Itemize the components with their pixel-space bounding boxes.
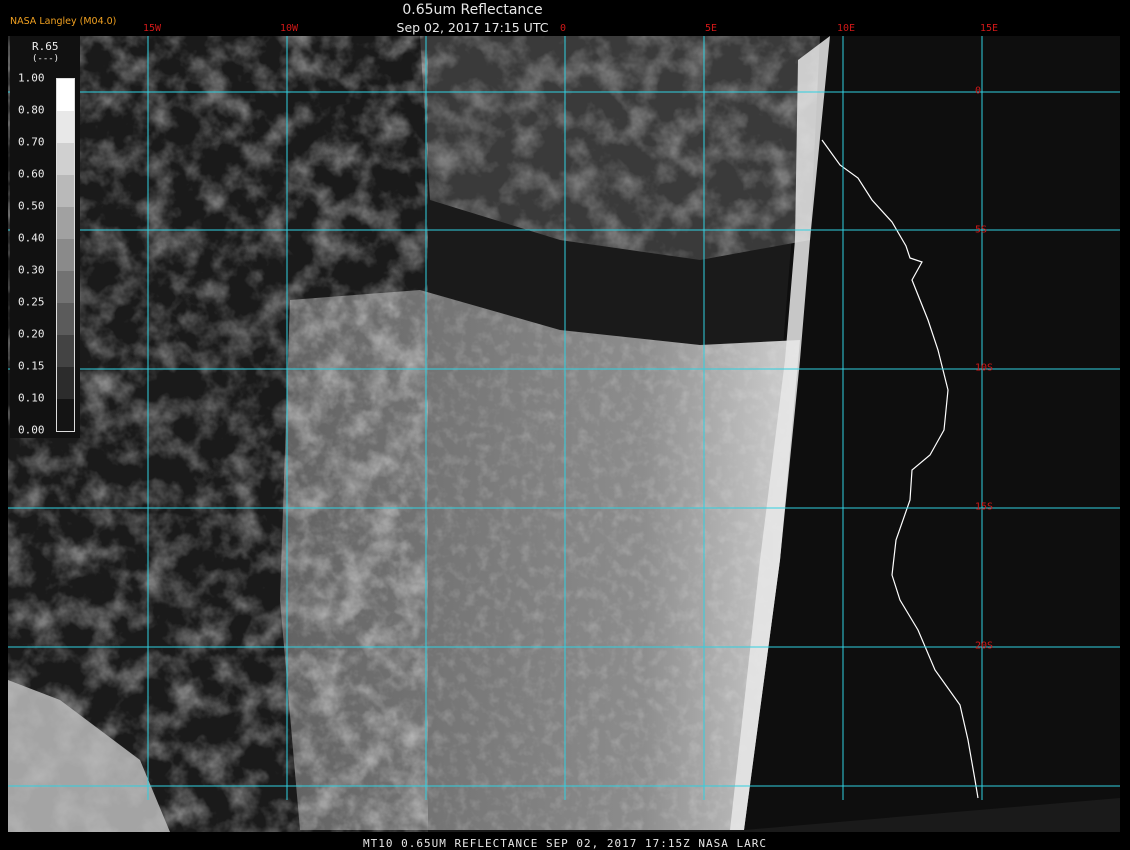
legend-tick-label: 0.20 xyxy=(18,327,45,341)
longitude-label: 10W xyxy=(279,23,299,34)
colorbar-swatch xyxy=(57,335,74,367)
colorbar-swatch xyxy=(57,79,74,111)
longitude-label: 10E xyxy=(836,23,856,34)
legend-tick-label: 0.00 xyxy=(18,423,45,437)
legend-tick-label: 1.00 xyxy=(18,71,45,85)
longitude-label: 15W xyxy=(142,23,162,34)
legend-tick-label: 0.30 xyxy=(18,263,45,277)
legend-tick-label: 0.60 xyxy=(18,167,45,181)
map-datetime: Sep 02, 2017 17:15 UTC xyxy=(396,20,549,35)
longitude-label: 15E xyxy=(979,23,999,34)
latitude-label: 10S xyxy=(975,362,994,374)
legend-tick-label: 0.70 xyxy=(18,135,45,149)
legend-tick-label: 0.15 xyxy=(18,359,45,373)
colorbar-swatch xyxy=(57,239,74,271)
colorbar-legend: R.65 (---) 1.00 0.80 0.70 0.60 0.50 0.40 0.30 0… xyxy=(10,36,80,438)
colorbar xyxy=(56,78,75,432)
longitude-label: 5E xyxy=(704,23,718,34)
map-title: 0.65um Reflectance xyxy=(402,2,543,18)
colorbar-swatch xyxy=(57,207,74,239)
footer-caption: MT10 0.65UM REFLECTANCE SEP 02, 2017 17:… xyxy=(363,837,767,850)
colorbar-swatch xyxy=(57,271,74,303)
latitude-label: 5S xyxy=(975,224,988,236)
credit-label: NASA Langley (M04.0) xyxy=(10,16,117,27)
colorbar-swatch xyxy=(57,175,74,207)
legend-unit: (---) xyxy=(32,54,60,64)
colorbar-swatch xyxy=(57,399,74,431)
latitude-label: 20S xyxy=(975,640,994,652)
legend-heading: R.65 xyxy=(32,40,59,53)
legend-tick-label: 0.80 xyxy=(18,103,45,117)
latitude-label: 15S xyxy=(975,501,994,513)
longitude-label: 0 xyxy=(559,23,567,34)
colorbar-swatch xyxy=(57,111,74,143)
legend-tick-label: 0.50 xyxy=(18,199,45,213)
latitude-label: 0 xyxy=(975,85,982,97)
legend-tick-label: 0.25 xyxy=(18,295,45,309)
colorbar-swatch xyxy=(57,303,74,335)
legend-tick-label: 0.40 xyxy=(18,231,45,245)
legend-tick-label: 0.10 xyxy=(18,391,45,405)
colorbar-swatch xyxy=(57,143,74,175)
colorbar-swatch xyxy=(57,367,74,399)
satellite-map xyxy=(8,36,1120,832)
